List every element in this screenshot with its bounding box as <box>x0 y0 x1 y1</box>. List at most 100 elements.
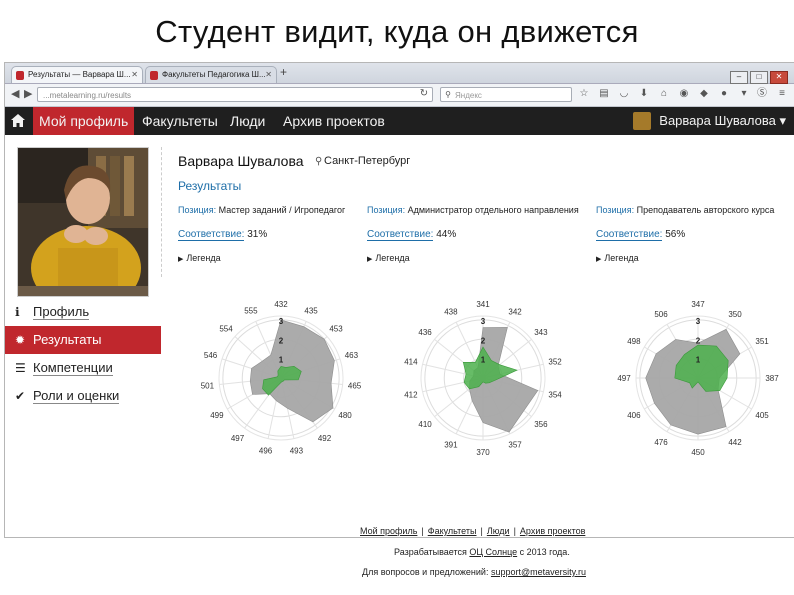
skype-icon[interactable]: Ⓢ <box>757 89 767 99</box>
triangle-right-icon: ▶ <box>178 256 184 263</box>
sidebar-item-competencies[interactable]: ☰ Компетенции <box>5 354 161 382</box>
category-label: 476 <box>654 438 668 447</box>
category-label: 347 <box>691 300 705 309</box>
info-icon: ℹ <box>15 305 20 319</box>
gear-icon: ✹ <box>15 333 26 347</box>
position-value: Мастер заданий / Игропедагог <box>218 205 346 215</box>
dev-prefix: Разрабатывается <box>394 547 470 557</box>
category-label: 497 <box>617 374 631 383</box>
city-label: Санкт-Петербург <box>324 155 411 167</box>
ext-icon[interactable]: ● <box>719 89 729 99</box>
close-window-icon[interactable]: ✕ <box>770 71 788 84</box>
category-label: 496 <box>259 446 273 455</box>
category-label: 492 <box>318 434 332 443</box>
menu-icon[interactable]: ≡ <box>777 89 787 99</box>
dev-suffix: с 2013 года. <box>517 547 570 557</box>
browser-tab-faculties[interactable]: Факультеты Педагогика Ш... ✕ <box>145 66 277 83</box>
category-label: 463 <box>345 351 359 360</box>
close-tab-icon[interactable]: ✕ <box>265 67 272 83</box>
nav-faculties[interactable]: Факультеты <box>136 107 224 135</box>
footer-link-archive[interactable]: Архив проектов <box>520 526 585 536</box>
ext-icon[interactable]: ▾ <box>739 89 749 99</box>
new-tab-icon[interactable]: + <box>280 65 287 79</box>
ring-label: 3 <box>696 317 701 326</box>
nav-projects-archive[interactable]: Архив проектов <box>277 107 391 135</box>
browser-navbar: ◀ ▶ ...metalearning.ru/results ↻ Яндекс … <box>5 84 794 107</box>
position-label: Позиция: <box>367 205 406 215</box>
match-label[interactable]: Соответствие: <box>178 229 245 241</box>
star-icon[interactable]: ☆ <box>579 89 589 99</box>
legend-toggle[interactable]: ▶ Легенда <box>178 253 345 263</box>
section-title: Результаты <box>178 179 242 193</box>
legend-label: Легенда <box>186 253 221 263</box>
ring-label: 1 <box>481 356 486 365</box>
footer-link-faculties[interactable]: Факультеты <box>428 526 477 536</box>
position-label: Позиция: <box>596 205 635 215</box>
sidebar-divider <box>161 147 163 277</box>
user-menu[interactable]: Варвара Шувалова ▾ <box>633 107 786 135</box>
footer-link-my-profile[interactable]: Мой профиль <box>360 526 417 536</box>
position-value: Администратор отдельного направления <box>407 205 579 215</box>
category-label: 356 <box>534 420 548 429</box>
sidebar-item-results[interactable]: ✹ Результаты <box>5 326 161 354</box>
download-icon[interactable]: ⬇ <box>639 89 649 99</box>
match-value: 44% <box>436 229 457 240</box>
check-icon: ✔ <box>15 389 26 403</box>
sidebar-item-profile[interactable]: ℹ Профиль <box>5 298 161 326</box>
category-label: 435 <box>304 306 318 315</box>
tab-label: Факультеты Педагогика Ш... <box>162 70 266 79</box>
browser-tab-results[interactable]: Результаты — Варвара Ш... ✕ <box>11 66 143 83</box>
category-label: 506 <box>654 310 668 319</box>
ext-icon[interactable]: ◆ <box>699 89 709 99</box>
footer-dev: Разрабатывается ОЦ Солнце с 2013 года. <box>394 547 570 557</box>
ring-label: 1 <box>279 356 284 365</box>
contact-email-link[interactable]: support@metaversity.ru <box>491 567 586 577</box>
category-label: 499 <box>210 411 224 420</box>
match-label[interactable]: Соответствие: <box>596 229 663 241</box>
ext-icon[interactable]: ◉ <box>679 89 689 99</box>
category-label: 354 <box>548 391 562 400</box>
match-label[interactable]: Соответствие: <box>367 229 434 241</box>
dev-link[interactable]: ОЦ Солнце <box>469 547 517 557</box>
close-tab-icon[interactable]: ✕ <box>131 67 138 83</box>
match-line: Соответствие: 31% <box>178 229 345 241</box>
pocket-icon[interactable]: ◡ <box>619 89 629 99</box>
nav-people[interactable]: Люди <box>224 107 271 135</box>
home-icon[interactable] <box>11 114 25 127</box>
reload-icon[interactable]: ↻ <box>419 89 429 99</box>
radar-chart: 1 2 3 347 350 351 387 405 442 450 476 406 497 498 506 <box>617 300 779 457</box>
category-label: 432 <box>274 300 288 309</box>
footer-contact: Для вопросов и предложений: support@meta… <box>362 567 586 577</box>
match-line: Соответствие: 56% <box>596 229 774 241</box>
ring-label: 2 <box>481 336 486 345</box>
sidebar-item-label: Профиль <box>33 304 90 320</box>
minimize-icon[interactable]: – <box>730 71 748 84</box>
match-value: 31% <box>247 229 268 240</box>
category-label: 554 <box>219 325 233 334</box>
search-input[interactable]: Яндекс <box>440 87 572 102</box>
category-label: 493 <box>290 446 304 455</box>
legend-toggle[interactable]: ▶ Легенда <box>367 253 579 263</box>
nav-my-profile[interactable]: Мой профиль <box>33 107 135 135</box>
forward-icon[interactable]: ▶ <box>24 87 32 100</box>
sidebar-item-roles[interactable]: ✔ Роли и оценки <box>5 382 161 410</box>
maximize-icon[interactable]: □ <box>750 71 768 84</box>
user-name: Варвара Шувалова <box>659 113 776 128</box>
profile-photo <box>17 147 149 297</box>
bookmarks-icon[interactable]: ▤ <box>599 89 609 99</box>
ring-label: 3 <box>279 317 284 326</box>
home-icon[interactable]: ⌂ <box>659 89 669 99</box>
site-favicon <box>150 71 158 80</box>
category-label: 370 <box>476 448 490 457</box>
footer-link-people[interactable]: Люди <box>487 526 510 536</box>
legend-label: Легенда <box>375 253 410 263</box>
radar-chart: 1 2 3 432 435 453 463 465 480 492 493 496 497 499 501 5… <box>201 300 362 455</box>
category-label: 498 <box>627 337 641 346</box>
sidebar-item-label: Компетенции <box>33 360 113 376</box>
category-label: 405 <box>755 411 769 420</box>
category-label: 555 <box>244 306 258 315</box>
profile-city: ⚲ Санкт-Петербург <box>315 155 410 167</box>
back-icon[interactable]: ◀ <box>11 87 19 100</box>
legend-toggle[interactable]: ▶ Легенда <box>596 253 774 263</box>
url-input[interactable]: ...metalearning.ru/results <box>37 87 433 102</box>
